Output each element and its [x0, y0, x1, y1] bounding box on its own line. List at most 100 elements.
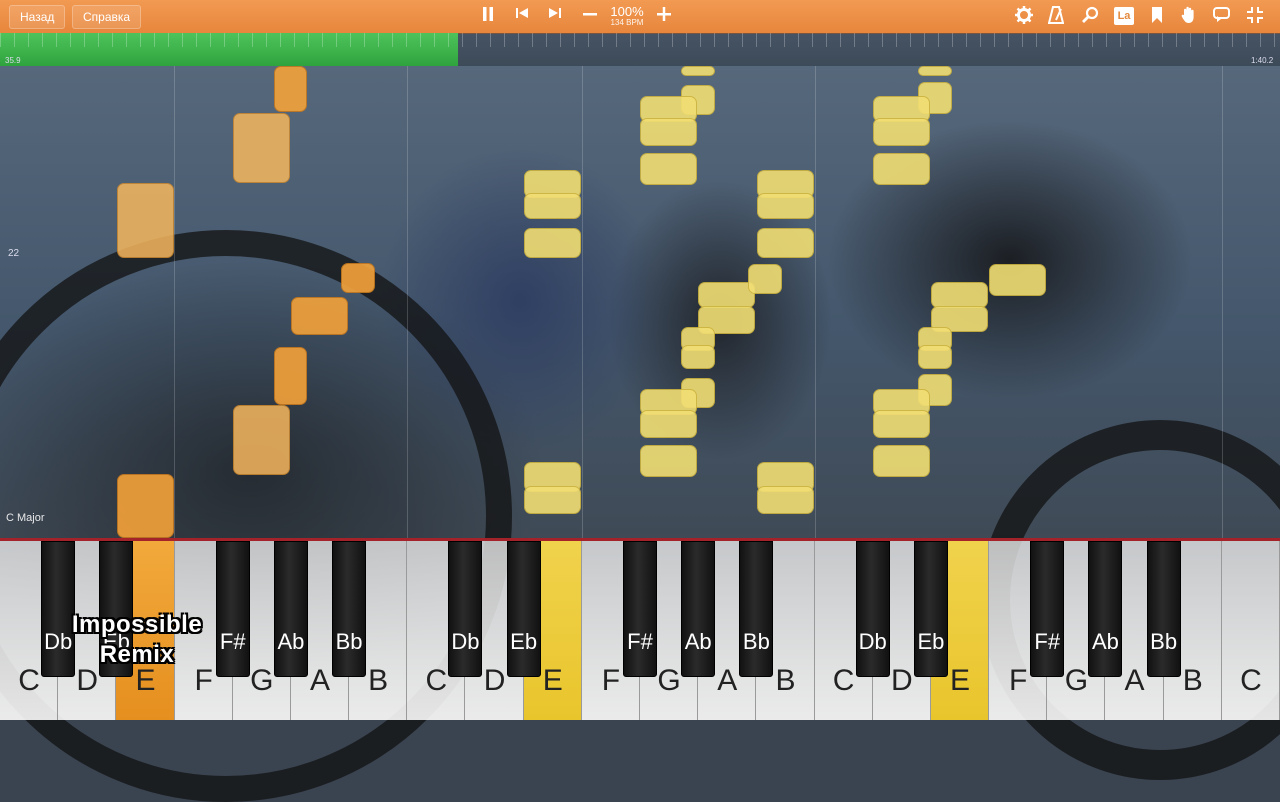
minus-icon[interactable] — [578, 4, 602, 28]
note-block — [918, 345, 952, 369]
note-block — [640, 153, 697, 185]
white-key-label: C — [18, 664, 40, 697]
black-key-label: Bb — [1150, 629, 1178, 654]
note-block — [918, 66, 952, 76]
note-block — [291, 297, 348, 335]
hand-icon[interactable] — [1177, 4, 1201, 28]
black-key-label: Eb — [510, 629, 538, 654]
white-key-label: E — [542, 664, 563, 697]
bookmark-icon[interactable] — [1145, 4, 1169, 28]
black-key-label: Eb — [917, 629, 945, 654]
white-key-label: D — [483, 664, 506, 697]
progress-ticks — [0, 33, 1280, 47]
note-block — [873, 118, 930, 146]
note-block — [341, 263, 375, 293]
tempo-bpm: 134 BPM — [610, 18, 644, 27]
note-block — [989, 264, 1046, 296]
note-block — [117, 474, 174, 538]
note-block — [681, 66, 715, 76]
note-block — [873, 445, 930, 477]
loop-icon[interactable] — [1210, 4, 1234, 28]
plus-icon[interactable] — [652, 4, 676, 28]
gear-icon[interactable] — [1012, 4, 1036, 28]
black-key[interactable] — [448, 541, 483, 677]
pause-icon[interactable] — [476, 4, 500, 28]
note-block — [873, 410, 930, 438]
measure-number: 22 — [8, 248, 20, 259]
current-time: 35.9 — [5, 56, 21, 65]
note-block — [757, 486, 814, 514]
collapse-icon[interactable] — [1243, 4, 1267, 28]
zoom-readout: 100% 134 BPM — [604, 5, 650, 28]
black-key[interactable] — [739, 541, 774, 677]
note-block — [931, 282, 988, 308]
black-key[interactable] — [623, 541, 657, 677]
grid-line — [174, 66, 175, 540]
white-key-label: E — [949, 664, 970, 697]
black-key[interactable] — [913, 541, 948, 677]
black-key-label: Bb — [335, 629, 363, 654]
note-block — [873, 153, 930, 185]
total-time: 1:40.2 — [1251, 56, 1274, 65]
white-key-label: B — [368, 664, 389, 697]
note-block — [640, 410, 697, 438]
note-block — [524, 228, 581, 258]
white-key-label: B — [775, 664, 796, 697]
zoom-level: 100% — [610, 4, 644, 19]
black-key[interactable] — [681, 541, 716, 677]
toolbar: Назад Справка 100% 134 BPM La — [0, 0, 1280, 34]
label-icon[interactable]: La — [1112, 4, 1136, 28]
black-key-label: Ab — [684, 629, 712, 654]
note-block — [698, 282, 755, 308]
white-key-label: G — [657, 664, 681, 697]
black-key[interactable] — [332, 541, 367, 677]
black-key[interactable] — [273, 541, 308, 677]
back-button[interactable]: Назад — [9, 5, 66, 29]
black-key-label: F# — [627, 629, 653, 654]
white-key-label: G — [1064, 664, 1089, 697]
grid-line — [407, 66, 408, 540]
progress-bar[interactable] — [0, 33, 1280, 66]
note-block — [757, 193, 814, 219]
note-block — [233, 113, 290, 183]
white-key-label: F — [601, 664, 621, 697]
note-block — [524, 193, 581, 219]
white-key-label: C — [1240, 664, 1262, 697]
note-block — [757, 228, 814, 258]
key-signature: C Major — [6, 512, 45, 524]
black-key-label: F# — [1034, 629, 1061, 654]
grid-line — [582, 66, 583, 540]
black-key[interactable] — [1146, 541, 1181, 677]
title-line-1: Impossible — [71, 611, 203, 638]
next-icon[interactable] — [543, 4, 567, 28]
white-key-label: D — [890, 664, 913, 697]
white-key-label: G — [250, 664, 274, 697]
white-key-label: A — [717, 664, 738, 697]
white-key-label: A — [309, 664, 330, 697]
white-key-label: A — [1124, 664, 1145, 697]
black-key-label: Bb — [742, 629, 770, 654]
note-block — [274, 347, 307, 405]
black-key[interactable] — [1030, 541, 1065, 677]
previous-icon[interactable] — [510, 4, 534, 28]
note-block — [640, 445, 697, 477]
black-key[interactable] — [855, 541, 890, 677]
title-line-2: Remix — [99, 641, 175, 668]
white-key-label: F — [1009, 664, 1028, 697]
label-icon-text: La — [1114, 7, 1134, 25]
white-key-label: B — [1182, 664, 1203, 697]
black-key[interactable] — [1088, 541, 1123, 677]
grid-line — [815, 66, 816, 540]
black-key-label: Ab — [1091, 629, 1119, 654]
help-button[interactable]: Справка — [72, 5, 142, 29]
black-key-label: Db — [451, 629, 480, 654]
note-block — [748, 264, 782, 294]
white-key-label: C — [425, 664, 448, 697]
magnifier-icon[interactable] — [1078, 4, 1102, 28]
note-block — [681, 345, 715, 369]
note-block — [233, 405, 290, 475]
black-key[interactable] — [506, 541, 541, 677]
black-key-label: Db — [858, 629, 887, 654]
note-block — [274, 66, 307, 112]
metronome-icon[interactable] — [1044, 4, 1068, 28]
